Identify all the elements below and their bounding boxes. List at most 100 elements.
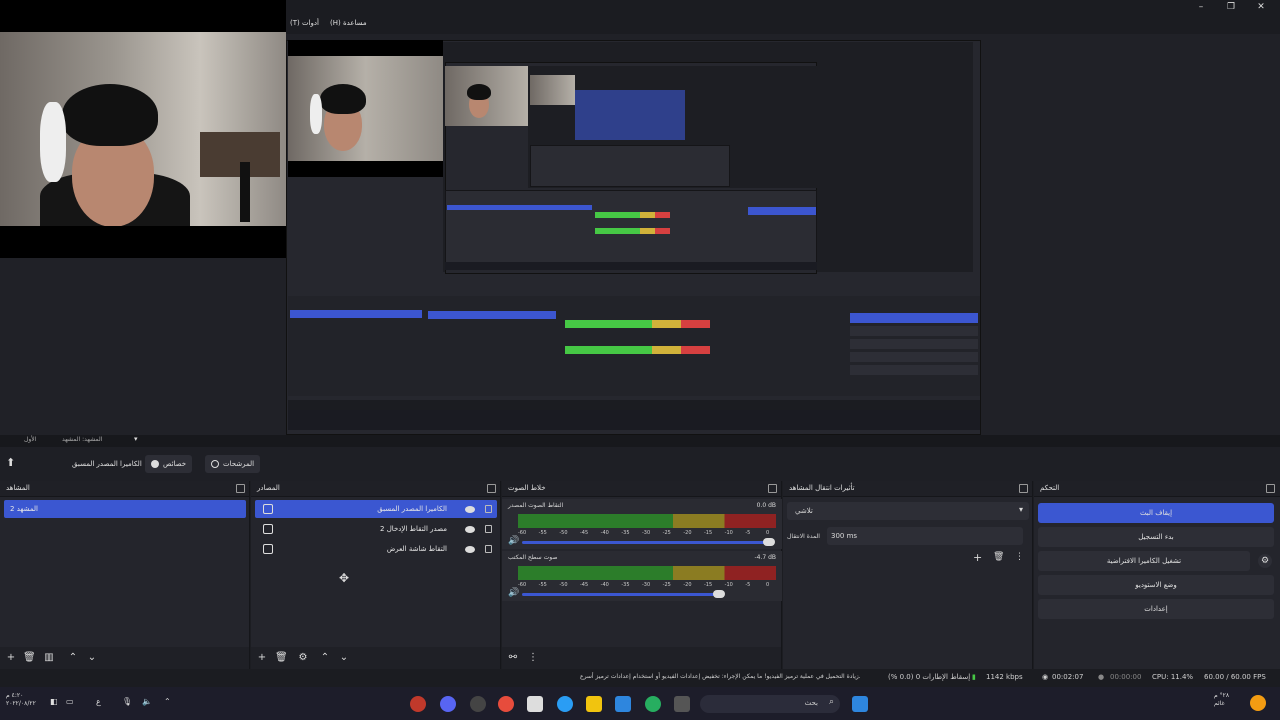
volume-knob[interactable] [763,538,775,546]
add-icon[interactable]: + [256,652,268,664]
float-icon[interactable] [768,484,777,493]
language-indicator[interactable]: ع [96,697,101,706]
windows-taskbar: ٤:٢٠ م ٢٠٢٢/٠٨/٢٢ ◧ ▭ ع 🎙 🔈 ⌃ بحث ⌕ ‏٢٨° … [0,687,1280,720]
lock-icon[interactable] [485,505,492,513]
scene-bar-tab[interactable]: الأول [24,436,36,443]
store-icon[interactable] [527,696,543,712]
lock-icon[interactable] [485,525,492,533]
gear-icon[interactable] [470,696,486,712]
nested-blue-block [575,90,685,140]
search-box[interactable]: بحث ⌕ [700,695,840,713]
signal-icon: ▮ [972,673,976,681]
display-icon[interactable]: ▭ [66,697,74,706]
clock[interactable]: ٤:٢٠ م ٢٠٢٢/٠٨/٢٢ [6,692,36,708]
minimize-icon[interactable]: – [1194,1,1208,13]
float-icon[interactable] [1266,484,1275,493]
lock-icon[interactable] [485,545,492,553]
meter-tick-label: -10 [724,530,733,536]
properties-button[interactable]: خصائص [145,455,193,473]
trash-icon[interactable]: 🗑 [275,652,288,664]
eye-icon[interactable] [465,526,475,533]
eye-icon[interactable] [465,546,475,553]
gear-icon[interactable]: ⚙ [1258,554,1272,568]
filter-icon[interactable]: ▥ [43,652,55,664]
app-red-icon[interactable] [498,696,514,712]
chevron-up-icon[interactable]: ⌃ [319,652,331,664]
chrome-icon[interactable] [645,696,661,712]
add-icon[interactable]: + [973,551,982,564]
dock-row: المشاهد المشهد 2 + 🗑 ▥ ⌃ ⌄ المصادر الكام… [0,481,1280,669]
speaker-icon[interactable]: 🔊 [508,536,519,546]
virtual-camera-button[interactable]: تشغيل الكاميرا الافتراضية [1038,551,1250,571]
source-item[interactable]: مصدر التقاط الإدخال 2 [255,520,497,538]
channel-name: التقاط الصوت المصدر [508,502,564,509]
chevron-up-icon[interactable]: ⌃ [164,697,171,706]
float-icon[interactable] [236,484,245,493]
eye-icon[interactable] [465,506,475,513]
meter-tick-label: -50 [559,530,568,536]
float-icon[interactable] [487,484,496,493]
scenes-dock: المشاهد المشهد 2 + 🗑 ▥ ⌃ ⌄ [0,481,250,669]
nested-ctrl-btn [850,339,978,349]
mixer-dock-header: خلاط الصوت [502,481,781,497]
studio-mode-button[interactable]: وضع الاستوديو [1038,575,1274,595]
trash-icon[interactable]: 🗑 [23,652,36,664]
discord-icon[interactable] [440,696,456,712]
maximize-icon[interactable]: ❐ [1224,1,1238,13]
microphone-icon[interactable]: 🎙 [122,697,132,706]
menu-tools[interactable]: (T) أدوات [290,19,319,27]
add-icon[interactable]: + [5,652,17,664]
source-item[interactable]: الكاميرا المصدر المسبق [255,500,497,518]
nested-meter-2 [595,228,670,234]
obs-app-icon[interactable] [410,696,426,712]
edge-icon[interactable] [557,696,573,712]
meter-tick-label: -30 [642,530,651,536]
nested-ctrl-primary [850,313,978,323]
transition-select[interactable]: تلاشي ▾ [787,502,1029,520]
nested-ctrl-btn [850,365,978,375]
nested-ctrl-btn [850,326,978,336]
source-item[interactable]: التقاط شاشة العرض [255,540,497,558]
volume-slider[interactable] [522,541,769,544]
float-icon[interactable] [1019,484,1028,493]
weather-icon[interactable] [1250,695,1266,711]
close-icon[interactable]: ✕ [1254,1,1268,13]
meter-tick-label: -15 [704,530,713,536]
windows-start-icon[interactable] [852,696,868,712]
settings-button[interactable]: إعدادات [1038,599,1274,619]
chevron-down-icon[interactable]: ⌄ [338,652,350,664]
filters-button[interactable]: المرشحات [205,455,261,473]
speaker-icon[interactable]: 🔈 [142,697,152,706]
transition-selected: تلاشي [795,507,813,515]
taskview-icon[interactable] [674,696,690,712]
menu-help[interactable]: (H) مساعدة [330,19,367,27]
app-blue-icon[interactable] [615,696,631,712]
trash-icon[interactable]: 🗑 [993,552,1004,562]
nested-status [288,400,980,410]
gear-icon[interactable]: ⚙ [297,652,309,664]
volume-knob[interactable] [713,590,725,598]
source-toolbar: ⬆ الكاميرا المصدر المسبق خصائص المرشحات [0,447,1280,481]
notification-icon[interactable]: ◧ [50,697,58,706]
folder-icon[interactable] [586,696,602,712]
transitions-dock-header: تأثيرات انتقال المشاهد [783,481,1032,497]
scene-item[interactable]: المشهد 2 [4,500,246,518]
chevron-up-icon[interactable]: ⌃ [67,652,79,664]
chevron-down-icon[interactable]: ▾ [134,435,138,443]
volume-slider[interactable] [522,593,719,596]
more-icon[interactable]: ⋮ [1015,552,1024,562]
start-recording-button[interactable]: بدء التسجيل [1038,527,1274,547]
duration-spinbox[interactable]: 300 ms [827,527,1023,545]
meter-tick-label: -60 [518,582,527,588]
speaker-icon[interactable]: 🔊 [508,588,519,598]
weather-widget[interactable]: ‏٢٨° م غائم [1214,692,1229,708]
meter-tick-label: -35 [621,582,630,588]
link-icon[interactable]: ⚯ [507,652,519,664]
controls-dock-header: التحكم [1034,481,1280,497]
nested-meter-1 [595,212,670,218]
stop-streaming-button[interactable]: إيقاف البث [1038,503,1274,523]
chevron-down-icon[interactable]: ⌄ [86,652,98,664]
more-icon[interactable]: ⋮ [527,652,539,664]
clock-date: ٢٠٢٢/٠٨/٢٢ [6,700,36,707]
scenes-dock-header: المشاهد [0,481,249,497]
